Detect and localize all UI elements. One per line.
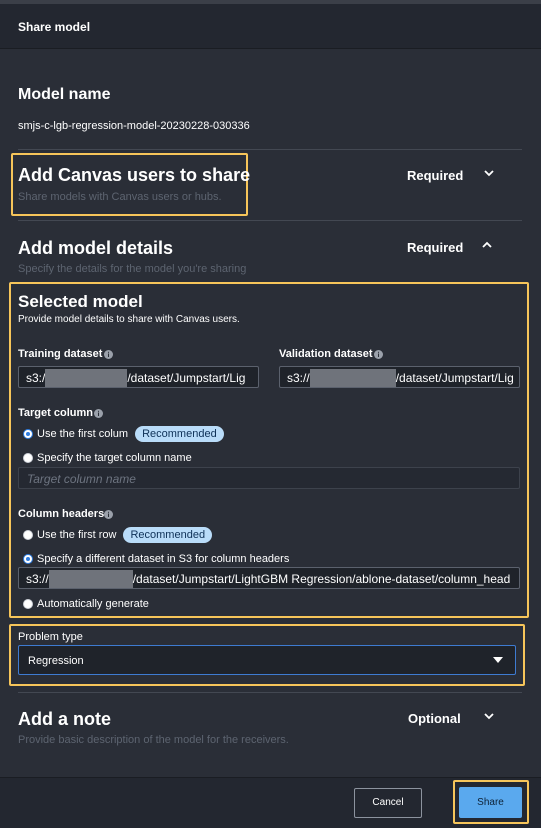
target-column-label: Target column — [18, 407, 93, 419]
chevron-down-icon[interactable] — [482, 166, 496, 180]
training-dataset-prefix: s3:/ — [26, 371, 46, 385]
model-details-heading: Add model details — [18, 238, 174, 258]
headers-first-row-option[interactable]: Use the first row Recommended — [23, 527, 213, 543]
headers-first-row-text: Use the first row — [37, 529, 117, 541]
problem-type-label: Problem type — [18, 631, 83, 643]
dialog-footer: Cancel Share — [0, 777, 541, 828]
validation-dataset-suffix: /dataset/Jumpstart/Lig — [395, 371, 514, 385]
radio-selected[interactable] — [23, 429, 33, 439]
radio-unselected[interactable] — [23, 599, 33, 609]
column-headers-label: Column headers — [18, 508, 105, 520]
target-specify-option[interactable]: Specify the target column name — [23, 452, 192, 464]
radio-selected[interactable] — [23, 554, 33, 564]
validation-dataset-prefix: s3:// — [287, 371, 310, 385]
share-button[interactable]: Share — [459, 787, 522, 818]
chevron-up-icon[interactable] — [480, 238, 494, 252]
info-icon[interactable] — [94, 409, 103, 418]
recommended-badge: Recommended — [123, 527, 213, 543]
problem-type-value: Regression — [28, 655, 84, 667]
cancel-button[interactable]: Cancel — [354, 788, 422, 818]
headers-s3-text: Specify a different dataset in S3 for co… — [37, 553, 290, 565]
validation-dataset-input[interactable]: s3:// /dataset/Jumpstart/Lig — [279, 366, 520, 388]
redacted-bucket — [309, 369, 396, 387]
info-icon[interactable] — [374, 350, 383, 359]
target-first-column-option[interactable]: Use the first colum Recommended — [23, 426, 224, 442]
model-details-subtitle: Specify the details for the model you're… — [18, 263, 247, 275]
dialog-header: Share model — [0, 4, 541, 49]
caret-down-icon — [493, 657, 503, 663]
headers-auto-text: Automatically generate — [37, 598, 149, 610]
model-name-heading: Model name — [18, 86, 111, 103]
column-headers-s3-input[interactable]: s3:// /dataset/Jumpstart/LightGBM Regress… — [18, 567, 520, 589]
training-dataset-suffix: /dataset/Jumpstart/Lig — [127, 371, 246, 385]
radio-unselected[interactable] — [23, 530, 33, 540]
canvas-users-heading: Add Canvas users to share — [18, 165, 251, 185]
divider — [18, 692, 522, 693]
training-dataset-input[interactable]: s3:/ /dataset/Jumpstart/Lig — [18, 366, 259, 388]
redacted-bucket — [48, 570, 133, 588]
model-name-value: smjs-c-lgb-regression-model-20230228-030… — [18, 120, 250, 132]
model-details-required: Required — [407, 240, 464, 255]
canvas-users-subtitle: Share models with Canvas users or hubs. — [18, 191, 222, 203]
recommended-badge: Recommended — [135, 426, 224, 442]
problem-type-select[interactable]: Regression — [18, 645, 516, 675]
info-icon[interactable] — [104, 350, 113, 359]
redacted-bucket — [45, 369, 128, 387]
validation-dataset-label: Validation dataset — [279, 348, 373, 360]
selected-model-heading: Selected model — [18, 292, 143, 311]
info-icon[interactable] — [104, 510, 113, 519]
dialog-title: Share model — [18, 20, 91, 34]
note-heading: Add a note — [18, 709, 111, 729]
chevron-down-icon[interactable] — [482, 709, 496, 723]
target-first-column-text: Use the first colum — [37, 428, 129, 440]
target-column-input[interactable]: Target column name — [18, 467, 520, 489]
divider — [18, 149, 522, 150]
column-headers-suffix: /dataset/Jumpstart/LightGBM Regression/a… — [132, 572, 511, 586]
divider — [18, 220, 522, 221]
headers-auto-option[interactable]: Automatically generate — [23, 598, 149, 610]
dialog-body: Model name smjs-c-lgb-regression-model-2… — [0, 49, 541, 777]
note-optional: Optional — [408, 711, 461, 726]
headers-s3-option[interactable]: Specify a different dataset in S3 for co… — [23, 553, 289, 565]
radio-unselected[interactable] — [23, 453, 33, 463]
canvas-users-required: Required — [407, 168, 464, 183]
training-dataset-label: Training dataset — [18, 348, 103, 360]
note-subtitle: Provide basic description of the model f… — [18, 734, 289, 746]
selected-model-subtitle: Provide model details to share with Canv… — [18, 314, 240, 325]
column-headers-prefix: s3:// — [26, 572, 49, 586]
target-specify-text: Specify the target column name — [37, 452, 192, 464]
